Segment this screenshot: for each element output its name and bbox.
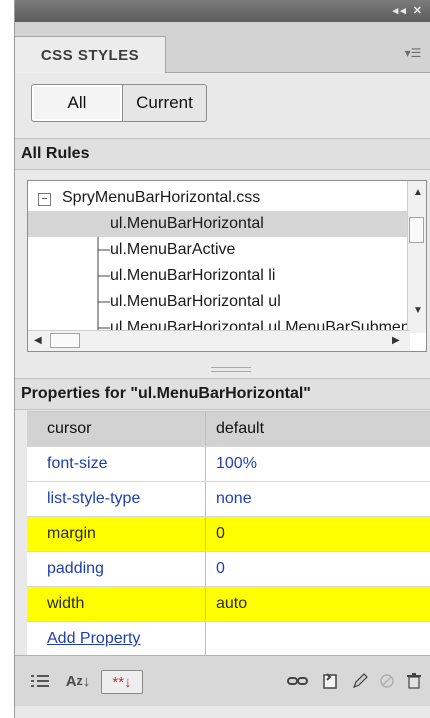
panel-footer-toolbar: Az ↓ **↓ [15,655,430,706]
horizontal-scroll-thumb[interactable] [50,333,80,348]
property-row[interactable]: padding 0 [27,552,430,587]
scroll-right-icon[interactable]: ▶ [392,335,400,346]
current-mode-button[interactable]: Current [123,84,207,122]
property-name[interactable]: width [27,595,205,613]
rule-item[interactable]: ul.MenuBarActive [110,237,235,263]
rule-item[interactable]: ul.MenuBarHorizontal ul [110,289,281,315]
property-name[interactable]: margin [27,525,205,543]
vertical-scroll-thumb[interactable] [409,217,424,243]
set-properties-view-icon[interactable]: **↓ [101,670,143,694]
add-property-link[interactable]: Add Property [47,630,140,647]
disable-property-icon[interactable] [377,670,397,692]
property-value[interactable]: auto [205,587,430,621]
rules-tree[interactable]: − SpryMenuBarHorizontal.css ul.MenuBarHo… [27,180,427,352]
property-value[interactable]: none [205,482,430,516]
property-name[interactable]: padding [27,560,205,578]
edit-rule-icon[interactable] [349,670,371,692]
rules-horizontal-scrollbar[interactable]: ◀ ▶ [28,330,410,351]
collapse-close-icons[interactable]: ◂◂ ✕ [393,4,424,17]
property-value[interactable]: 0 [205,552,430,586]
property-value[interactable]: 0 [205,517,430,551]
tab-css-styles[interactable]: CSS STYLES [15,36,166,73]
properties-heading[interactable]: Properties for "ul.MenuBarHorizontal" [15,378,430,410]
add-property-value[interactable] [205,622,430,656]
css-styles-panel: ◂◂ ✕ CSS STYLES ▾☰ All Current All Rules… [14,0,430,718]
property-name[interactable]: cursor [27,420,205,438]
attach-stylesheet-icon[interactable] [285,670,311,692]
all-mode-button[interactable]: All [31,84,123,122]
scroll-up-icon[interactable]: ▲ [413,187,423,198]
scroll-left-icon[interactable]: ◀ [34,335,42,346]
panel-title-bar[interactable]: ◂◂ ✕ [15,0,430,22]
rule-item[interactable]: ul.MenuBarHorizontal [28,211,410,237]
delete-rule-icon[interactable] [403,670,425,692]
alphabetical-view-icon[interactable]: Az ↓ [63,670,93,692]
view-mode-toggle: All Current [31,84,207,122]
property-name[interactable]: list-style-type [27,490,205,508]
property-row[interactable]: cursor default [27,412,430,447]
all-rules-heading[interactable]: All Rules [15,138,430,170]
new-css-rule-icon[interactable] [319,670,341,692]
property-name[interactable]: font-size [27,455,205,473]
panel-options-menu-icon[interactable]: ▾☰ [402,46,424,62]
panel-tab-strip: CSS STYLES ▾☰ [15,22,430,73]
pane-resize-grip[interactable] [211,367,251,372]
property-row[interactable]: list-style-type none [27,482,430,517]
scroll-down-icon[interactable]: ▼ [413,305,423,316]
category-view-icon[interactable] [29,670,53,692]
property-value[interactable]: default [205,412,430,446]
property-row[interactable]: font-size 100% [27,447,430,482]
add-property-row: Add Property [27,622,430,657]
rules-vertical-scrollbar[interactable]: ▲ ▼ [407,181,426,333]
property-row-highlighted[interactable]: margin 0 [27,517,430,552]
properties-grid: cursor default font-size 100% list-style… [27,411,430,657]
property-value[interactable]: 100% [205,447,430,481]
property-row-highlighted[interactable]: width auto [27,587,430,622]
rule-item[interactable]: ul.MenuBarHorizontal li [110,263,275,289]
